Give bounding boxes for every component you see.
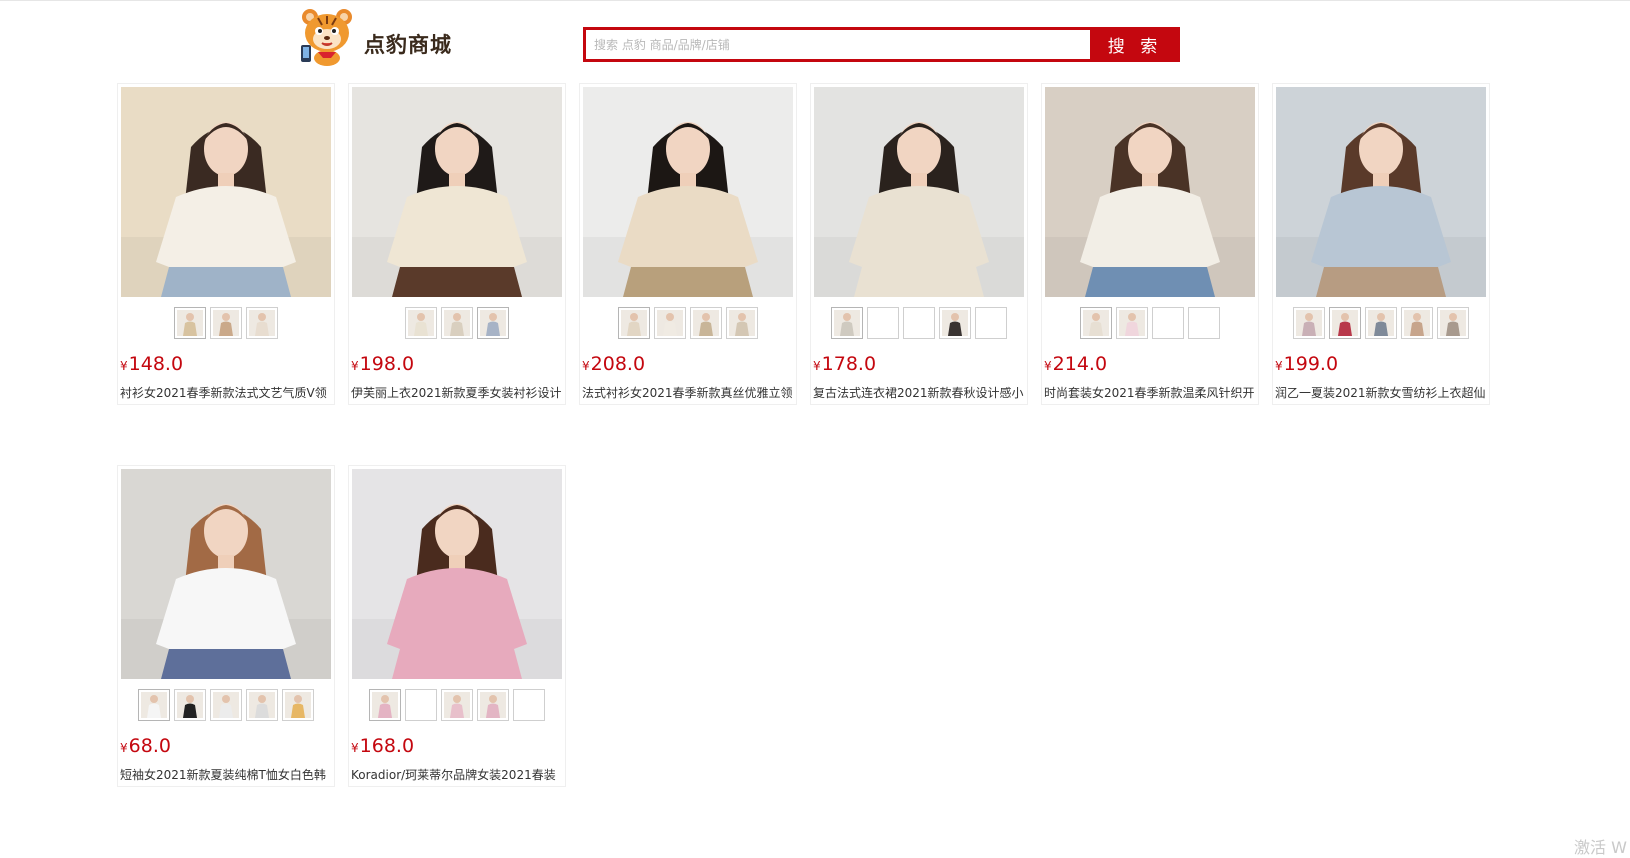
currency-symbol: ¥ xyxy=(582,359,590,373)
currency-symbol: ¥ xyxy=(1044,359,1052,373)
color-thumbnail[interactable] xyxy=(1365,307,1397,339)
color-thumbnail[interactable] xyxy=(174,689,206,721)
color-thumbnails xyxy=(349,307,565,339)
color-thumbnail[interactable] xyxy=(477,689,509,721)
color-thumbnail[interactable] xyxy=(477,307,509,339)
price-value: 199.0 xyxy=(1283,353,1339,375)
color-thumbnail[interactable] xyxy=(405,307,437,339)
product-card[interactable]: ¥168.0 Koradior/珂莱蒂尔品牌女装2021春装 xyxy=(348,465,566,787)
color-thumbnail[interactable] xyxy=(282,689,314,721)
product-image[interactable] xyxy=(121,87,331,297)
color-thumbnail[interactable] xyxy=(831,307,863,339)
color-thumbnail[interactable] xyxy=(246,689,278,721)
price-value: 168.0 xyxy=(359,735,415,757)
product-card[interactable]: ¥208.0 法式衬衫女2021春季新款真丝优雅立领 xyxy=(579,83,797,405)
color-thumbnail[interactable] xyxy=(903,307,935,339)
currency-symbol: ¥ xyxy=(120,741,128,755)
color-thumbnail[interactable] xyxy=(138,689,170,721)
color-thumbnail[interactable] xyxy=(246,307,278,339)
search-bar: 搜 索 xyxy=(583,27,1180,62)
color-thumbnail[interactable] xyxy=(975,307,1007,339)
price-value: 68.0 xyxy=(128,735,171,757)
color-thumbnails xyxy=(118,307,334,339)
color-thumbnail[interactable] xyxy=(726,307,758,339)
product-title-link[interactable]: 伊芙丽上衣2021新款夏季女装衬衫设计 xyxy=(351,385,563,401)
color-thumbnails xyxy=(811,307,1027,339)
currency-symbol: ¥ xyxy=(351,359,359,373)
color-thumbnails xyxy=(118,689,334,721)
color-thumbnail[interactable] xyxy=(1437,307,1469,339)
product-card[interactable]: ¥178.0 复古法式连衣裙2021新款春秋设计感小 xyxy=(810,83,1028,405)
product-title-link[interactable]: 复古法式连衣裙2021新款春秋设计感小 xyxy=(813,385,1025,401)
color-thumbnail[interactable] xyxy=(1329,307,1361,339)
search-button[interactable]: 搜 索 xyxy=(1090,27,1180,62)
site-logo-text: 点豹商城 xyxy=(364,32,452,57)
search-input[interactable] xyxy=(592,36,1084,53)
color-thumbnails xyxy=(580,307,796,339)
site-logo[interactable]: 点豹商城 xyxy=(298,5,452,67)
color-thumbnail[interactable] xyxy=(210,689,242,721)
product-price: ¥178.0 xyxy=(813,353,876,377)
price-value: 214.0 xyxy=(1052,353,1108,375)
product-price: ¥214.0 xyxy=(1044,353,1107,377)
product-card[interactable]: ¥214.0 时尚套装女2021春季新款温柔风针织开 xyxy=(1041,83,1259,405)
activation-watermark: 激活 W xyxy=(1574,838,1627,857)
color-thumbnails xyxy=(1273,307,1489,339)
product-price: ¥148.0 xyxy=(120,353,183,377)
product-title-link[interactable]: 法式衬衫女2021春季新款真丝优雅立领 xyxy=(582,385,794,401)
product-image[interactable] xyxy=(1045,87,1255,297)
color-thumbnail[interactable] xyxy=(1080,307,1112,339)
product-title-link[interactable]: 短袖女2021新款夏装纯棉T恤女白色韩 xyxy=(120,767,332,783)
product-title-link[interactable]: Koradior/珂莱蒂尔品牌女装2021春装 xyxy=(351,767,563,783)
color-thumbnail[interactable] xyxy=(369,689,401,721)
product-image[interactable] xyxy=(352,469,562,679)
product-title-link[interactable]: 润乙一夏装2021新款女雪纺衫上衣超仙 xyxy=(1275,385,1487,401)
color-thumbnail[interactable] xyxy=(867,307,899,339)
search-box xyxy=(583,27,1090,62)
currency-symbol: ¥ xyxy=(813,359,821,373)
currency-symbol: ¥ xyxy=(1275,359,1283,373)
product-price: ¥199.0 xyxy=(1275,353,1338,377)
color-thumbnails xyxy=(1042,307,1258,339)
color-thumbnail[interactable] xyxy=(210,307,242,339)
product-image[interactable] xyxy=(814,87,1024,297)
site-header: 点豹商城 搜 索 xyxy=(0,1,1630,71)
product-price: ¥168.0 xyxy=(351,735,414,759)
price-value: 208.0 xyxy=(590,353,646,375)
currency-symbol: ¥ xyxy=(120,359,128,373)
color-thumbnail[interactable] xyxy=(174,307,206,339)
product-price: ¥208.0 xyxy=(582,353,645,377)
color-thumbnail[interactable] xyxy=(1116,307,1148,339)
price-value: 198.0 xyxy=(359,353,415,375)
color-thumbnail[interactable] xyxy=(1293,307,1325,339)
product-image[interactable] xyxy=(583,87,793,297)
color-thumbnail[interactable] xyxy=(405,689,437,721)
product-card[interactable]: ¥199.0 润乙一夏装2021新款女雪纺衫上衣超仙 xyxy=(1272,83,1490,405)
color-thumbnail[interactable] xyxy=(441,689,473,721)
currency-symbol: ¥ xyxy=(351,741,359,755)
color-thumbnail[interactable] xyxy=(690,307,722,339)
color-thumbnail[interactable] xyxy=(618,307,650,339)
product-card[interactable]: ¥68.0 短袖女2021新款夏装纯棉T恤女白色韩 xyxy=(117,465,335,787)
tiger-mascot-icon xyxy=(301,9,352,66)
color-thumbnail[interactable] xyxy=(513,689,545,721)
product-title-link[interactable]: 衬衫女2021春季新款法式文艺气质V领 xyxy=(120,385,332,401)
product-card[interactable]: ¥148.0 衬衫女2021春季新款法式文艺气质V领 xyxy=(117,83,335,405)
color-thumbnail[interactable] xyxy=(1188,307,1220,339)
color-thumbnail[interactable] xyxy=(441,307,473,339)
product-title-link[interactable]: 时尚套装女2021春季新款温柔风针织开 xyxy=(1044,385,1256,401)
price-value: 178.0 xyxy=(821,353,877,375)
color-thumbnail[interactable] xyxy=(939,307,971,339)
color-thumbnail[interactable] xyxy=(1152,307,1184,339)
color-thumbnail[interactable] xyxy=(654,307,686,339)
product-price: ¥198.0 xyxy=(351,353,414,377)
price-value: 148.0 xyxy=(128,353,184,375)
product-image[interactable] xyxy=(121,469,331,679)
product-image[interactable] xyxy=(352,87,562,297)
product-price: ¥68.0 xyxy=(120,735,171,759)
color-thumbnails xyxy=(349,689,565,721)
product-card[interactable]: ¥198.0 伊芙丽上衣2021新款夏季女装衬衫设计 xyxy=(348,83,566,405)
product-image[interactable] xyxy=(1276,87,1486,297)
color-thumbnail[interactable] xyxy=(1401,307,1433,339)
